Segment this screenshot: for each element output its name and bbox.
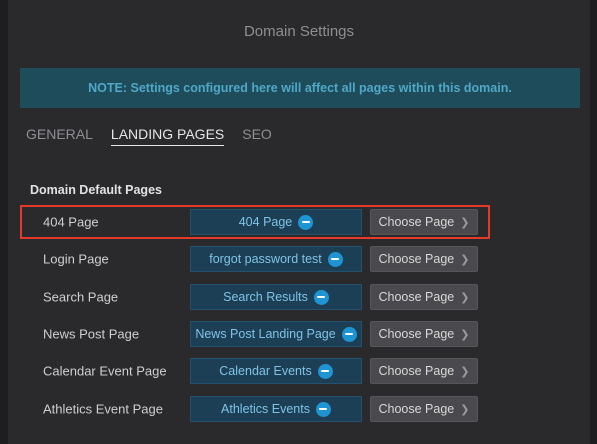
note-text: NOTE: Settings configured here will affe… — [88, 81, 512, 95]
minus-circle-icon[interactable] — [313, 289, 329, 305]
row-label: Athletics Event Page — [43, 401, 163, 417]
row-login-page: Login Page forgot password test Choose P… — [20, 243, 490, 275]
choose-page-label: Choose Page — [378, 252, 455, 266]
selected-page-name: Search Results — [223, 290, 308, 304]
row-label: Login Page — [43, 251, 109, 267]
chevron-right-icon: ❯ — [460, 365, 470, 378]
choose-page-button[interactable]: Choose Page ❯ — [370, 209, 478, 235]
choose-page-label: Choose Page — [378, 215, 455, 229]
selected-page-chip: forgot password test — [190, 246, 362, 272]
selected-page-name: News Post Landing Page — [195, 327, 336, 341]
row-athletics-event-page: Athletics Event Page Athletics Events Ch… — [20, 393, 490, 425]
choose-page-button[interactable]: Choose Page ❯ — [370, 246, 478, 272]
chevron-right-icon: ❯ — [460, 328, 470, 341]
choose-page-button[interactable]: Choose Page ❯ — [370, 358, 478, 384]
choose-page-button[interactable]: Choose Page ❯ — [370, 396, 478, 422]
minus-circle-icon[interactable] — [298, 214, 314, 230]
row-label: Calendar Event Page — [43, 363, 167, 379]
selected-page-chip: Search Results — [190, 284, 362, 310]
note-banner: NOTE: Settings configured here will affe… — [20, 68, 580, 108]
tab-landing-pages[interactable]: LANDING PAGES — [110, 126, 225, 146]
selected-page-chip: News Post Landing Page — [190, 321, 362, 347]
tab-seo[interactable]: SEO — [242, 126, 272, 146]
choose-page-label: Choose Page — [378, 327, 455, 341]
row-calendar-event-page: Calendar Event Page Calendar Events Choo… — [20, 355, 490, 387]
selected-page-chip: 404 Page — [190, 209, 362, 235]
chevron-right-icon: ❯ — [460, 253, 470, 266]
chevron-right-icon: ❯ — [460, 216, 470, 229]
selected-page-name: forgot password test — [209, 252, 322, 266]
minus-circle-icon[interactable] — [341, 326, 357, 342]
row-404-page: 404 Page 404 Page Choose Page ❯ — [20, 205, 490, 239]
minus-circle-icon[interactable] — [327, 251, 343, 267]
chevron-right-icon: ❯ — [460, 403, 470, 416]
selected-page-chip: Athletics Events — [190, 396, 362, 422]
row-search-page: Search Page Search Results Choose Page ❯ — [20, 281, 490, 313]
section-title: Domain Default Pages — [30, 183, 162, 197]
selected-page-name: Calendar Events — [219, 364, 312, 378]
row-label: News Post Page — [43, 326, 140, 342]
choose-page-button[interactable]: Choose Page ❯ — [370, 284, 478, 310]
choose-page-label: Choose Page — [378, 402, 455, 416]
selected-page-name: 404 Page — [238, 215, 293, 229]
tab-general[interactable]: GENERAL — [26, 126, 93, 146]
row-label: 404 Page — [43, 214, 99, 230]
choose-page-button[interactable]: Choose Page ❯ — [370, 321, 478, 347]
row-news-post-page: News Post Page News Post Landing Page Ch… — [20, 318, 490, 350]
minus-circle-icon[interactable] — [315, 401, 331, 417]
choose-page-label: Choose Page — [378, 290, 455, 304]
choose-page-label: Choose Page — [378, 364, 455, 378]
row-label: Search Page — [43, 289, 119, 305]
dialog-title: Domain Settings — [243, 23, 355, 40]
tab-bar: GENERAL LANDING PAGES SEO — [26, 126, 290, 146]
domain-settings-dialog: Domain Settings NOTE: Settings configure… — [8, 0, 590, 444]
selected-page-name: Athletics Events — [221, 402, 310, 416]
chevron-right-icon: ❯ — [460, 291, 470, 304]
selected-page-chip: Calendar Events — [190, 358, 362, 384]
minus-circle-icon[interactable] — [317, 363, 333, 379]
